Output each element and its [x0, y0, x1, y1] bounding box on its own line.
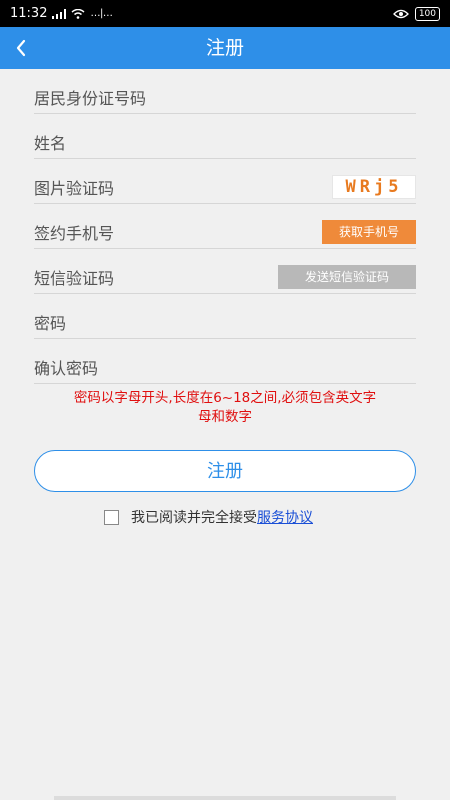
page-title: 注册 [205, 37, 244, 59]
name-row [34, 114, 416, 159]
name-input[interactable] [34, 128, 314, 158]
captcha-input[interactable] [34, 173, 314, 203]
phone-row: 获取手机号 [34, 204, 416, 249]
password-hint-line-1: 密码以字母开头,长度在6~18之间,必须包含英文字 [73, 390, 377, 406]
sms-code-input[interactable] [34, 263, 314, 293]
password-hint: 密码以字母开头,长度在6~18之间,必须包含英文字 母和数字 [34, 389, 416, 427]
confirm-password-input[interactable] [34, 353, 314, 383]
status-left: 11:32 …|… [10, 6, 113, 21]
agreement-row: 我已阅读并完全接受 服务协议 [104, 506, 313, 528]
get-phone-button[interactable]: 获取手机号 [322, 220, 416, 244]
bottom-divider [54, 796, 396, 800]
wifi-icon [71, 8, 85, 19]
status-time: 11:32 [10, 6, 48, 21]
phone-input[interactable] [34, 218, 314, 248]
register-form: WRj5 获取手机号 发送短信验证码 [34, 69, 416, 384]
register-button[interactable]: 注册 [34, 450, 416, 492]
confirm-password-row [34, 339, 416, 384]
service-agreement-link[interactable]: 服务协议 [257, 507, 313, 527]
eye-icon [392, 9, 409, 18]
agreement-checkbox[interactable] [104, 509, 119, 525]
captcha-image[interactable]: WRj5 [332, 175, 416, 199]
status-bar: 11:32 …|… 100 [0, 0, 450, 27]
status-right: 100 [392, 6, 440, 21]
sms-row: 发送短信验证码 [34, 249, 416, 294]
agreement-text: 我已阅读并完全接受 [131, 510, 257, 526]
id-number-row [34, 69, 416, 114]
signal-icon [52, 8, 67, 19]
captcha-row: WRj5 [34, 159, 416, 204]
app-bar: 注册 [0, 27, 450, 69]
password-hint-line-2: 母和数字 [198, 409, 252, 425]
send-sms-button[interactable]: 发送短信验证码 [278, 265, 416, 289]
password-input[interactable] [34, 308, 314, 338]
battery-icon: 100 [414, 6, 440, 21]
id-number-input[interactable] [34, 83, 314, 113]
password-row [34, 294, 416, 339]
status-indicators: …|… [90, 8, 113, 19]
